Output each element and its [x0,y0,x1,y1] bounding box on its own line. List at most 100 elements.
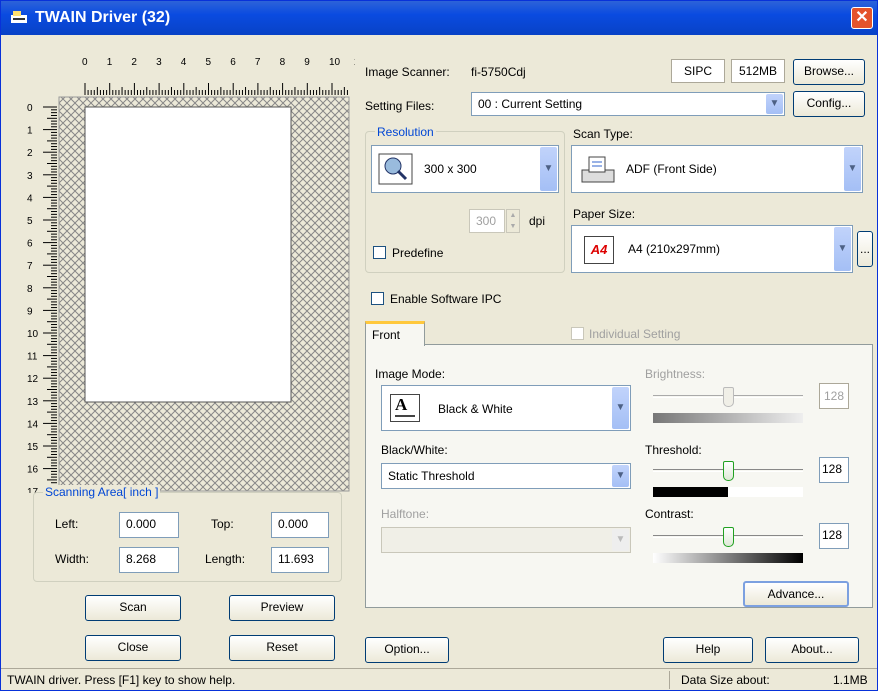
individual-setting-checkbox [571,327,584,340]
contrast-slider[interactable] [651,525,807,549]
predefine-checkbox[interactable] [373,246,386,259]
width-field[interactable]: 8.268 [119,547,179,573]
help-button[interactable]: Help [663,637,753,663]
reset-button[interactable]: Reset [229,635,335,661]
config-button[interactable]: Config... [793,91,865,117]
chevron-down-icon: ▼ [612,529,629,551]
setting-files-select[interactable]: 00 : Current Setting ▼ [471,92,785,116]
chevron-down-icon[interactable]: ▼ [834,227,851,271]
chevron-down-icon[interactable]: ▼ [540,147,557,191]
scanner-label: Image Scanner: [365,65,450,79]
ruler-top-label: 3 [156,57,162,68]
chevron-down-icon[interactable]: ▼ [844,147,861,191]
threshold-slider-thumb[interactable] [723,461,734,481]
software-ipc-label: Enable Software IPC [390,292,502,306]
status-bar: TWAIN driver. Press [F1] key to show hel… [1,668,877,690]
length-field[interactable]: 11.693 [271,547,329,573]
ruler-top-label: 4 [181,57,187,68]
ruler-left-label: 13 [27,397,39,408]
brightness-slider [651,385,807,409]
scan-type-value: ADF (Front Side) [626,162,717,176]
individual-setting-label: Individual Setting [589,327,681,341]
twain-driver-window: TWAIN Driver (32) ✕ 01234567891011 01234… [0,0,878,691]
halftone-select: ▼ [381,527,631,553]
about-button[interactable]: About... [765,637,859,663]
scanner-app-icon [11,11,27,23]
resolution-select[interactable]: 300 x 300 ▼ [371,145,559,193]
brightness-gradient [653,413,803,423]
sipc-indicator: SIPC [671,59,725,83]
contrast-slider-thumb[interactable] [723,527,734,547]
scan-type-select[interactable]: ADF (Front Side) ▼ [571,145,863,193]
ruler-left-label: 2 [27,148,33,159]
status-help-text: TWAIN driver. Press [F1] key to show hel… [7,673,236,687]
custom-resolution-field: 300 [469,209,505,233]
window-title: TWAIN Driver (32) [35,9,171,26]
preview-panel: 01234567891011 0123456789101112131415161… [11,47,365,498]
dpi-label: dpi [529,214,546,228]
close-button[interactable]: Close [85,635,181,661]
ruler-left-label: 4 [27,193,33,204]
image-mode-select[interactable]: A Black & White ▼ [381,385,631,431]
advance-button[interactable]: Advance... [743,581,849,607]
adf-scanner-icon [581,156,615,183]
scan-button[interactable]: Scan [85,595,181,621]
magnifier-icon [378,153,413,185]
ruler-left-label: 6 [27,239,33,250]
chevron-down-icon[interactable]: ▼ [612,387,629,429]
contrast-label: Contrast: [645,507,694,521]
data-size-value: 1.1MB [833,673,868,687]
setting-files-label: Setting Files: [365,99,435,113]
image-mode-label: Image Mode: [375,367,446,381]
black-white-select[interactable]: Static Threshold ▼ [381,463,631,489]
preview-button[interactable]: Preview [229,595,335,621]
brightness-label: Brightness: [645,367,706,381]
ruler-and-preview[interactable]: 01234567891011 0123456789101112131415161… [11,47,365,498]
data-size-label: Data Size about: [681,673,770,687]
contrast-value[interactable]: 128 [819,523,849,549]
option-button[interactable]: Option... [365,637,449,663]
ruler-left-label: 12 [27,374,39,385]
halftone-label: Halftone: [381,507,430,521]
black-white-label: Black/White: [381,443,448,457]
chevron-down-icon[interactable]: ▼ [612,465,629,487]
ruler-left-label: 1 [27,126,33,137]
threshold-value[interactable]: 128 [819,457,849,483]
memory-indicator: 512MB [731,59,785,83]
ruler-left-label: 5 [27,216,33,227]
ruler-left-label: 10 [27,329,39,340]
ruler-top-label: 11 [354,57,355,68]
image-mode-icon: A [390,394,420,422]
ruler-top-label: 9 [304,57,310,68]
paper-size-select[interactable]: A4 A4 (210x297mm) ▼ [571,225,853,273]
browse-button[interactable]: Browse... [793,59,865,85]
title-bar: TWAIN Driver (32) ✕ [1,1,877,35]
ruler-left-label: 8 [27,284,33,295]
ruler-top-label: 5 [206,57,212,68]
scanning-area-legend: Scanning Area[ inch ] [43,485,161,499]
left-field[interactable]: 0.000 [119,512,179,538]
tab-front[interactable]: Front [365,321,425,346]
ruler-top-label: 10 [329,57,341,68]
paper-size-more-button[interactable]: ... [857,231,873,267]
a4-paper-icon: A4 [584,236,614,264]
software-ipc-checkbox[interactable] [371,292,384,305]
threshold-slider[interactable] [651,459,807,483]
top-field[interactable]: 0.000 [271,512,329,538]
close-window-button[interactable]: ✕ [851,7,873,29]
chevron-down-icon[interactable]: ▼ [766,94,783,114]
resolution-value: 300 x 300 [424,162,477,176]
contrast-gradient [653,553,803,563]
ruler-top-label: 8 [280,57,286,68]
paper-size-value: A4 (210x297mm) [628,242,721,256]
ruler-top-label: 6 [230,57,236,68]
resolution-spinner: ▲ ▼ [506,209,520,233]
left-label: Left: [55,517,79,531]
brightness-slider-thumb [723,387,734,407]
ruler-top-label: 0 [82,57,88,68]
scan-type-label: Scan Type: [573,127,633,141]
paper-size-label: Paper Size: [573,207,636,221]
ruler-left-label: 11 [27,352,38,363]
ruler-left-label: 15 [27,442,39,453]
predefine-label: Predefine [392,246,444,260]
